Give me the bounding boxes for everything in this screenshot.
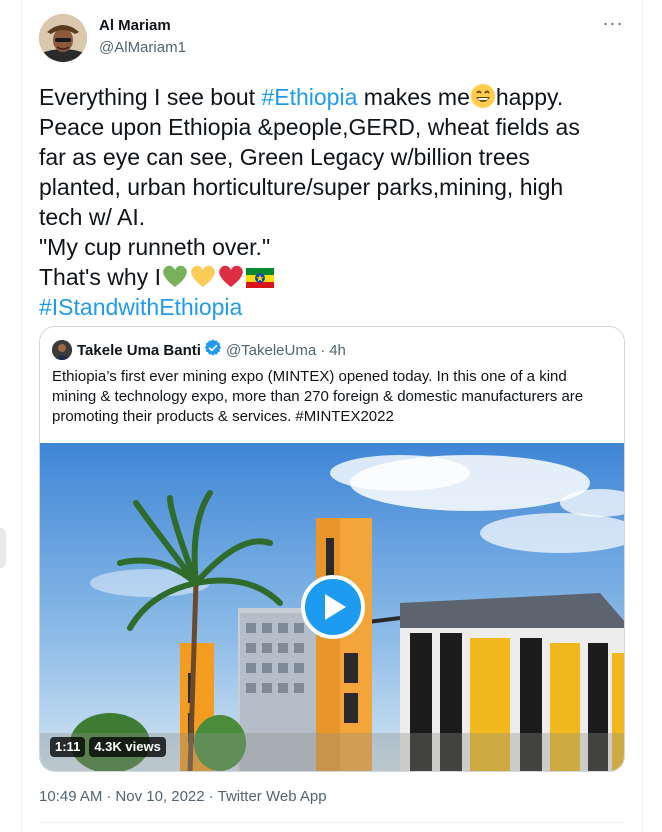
tweet-metadata: 10:49 AM · Nov 10, 2022 · Twitter Web App (39, 788, 327, 805)
video-badges: 1:11 4.3K views (50, 737, 166, 757)
tweet-text: Everything I see bout #Ethiopia makes me… (39, 82, 629, 322)
tweet-text-segment: That's why I (39, 264, 161, 290)
tweet-line-8: #IStandwithEthiopia (39, 292, 629, 322)
quoted-text-line-1: Ethiopia’s first ever mining expo (MINTE… (52, 368, 567, 385)
quoted-display-name[interactable]: Takele Uma Banti (77, 342, 201, 359)
quoted-tweet-header: Takele Uma Banti @TakeleUma · 4h (52, 339, 346, 361)
yellow-heart-emoji (189, 263, 217, 289)
red-heart-emoji (217, 263, 245, 289)
tweet-text-segment: Everything I see bout (39, 84, 262, 110)
tweet-line-5: tech w/ AI. (39, 204, 146, 230)
left-column-scroll-hint (0, 528, 6, 568)
separator-dot: · (106, 788, 112, 805)
tweet-line-4: planted, urban horticulture/super parks,… (39, 174, 564, 200)
ethiopia-flag-emoji (245, 267, 275, 289)
play-icon[interactable] (301, 575, 365, 639)
author-handle[interactable]: @AlMariam1 (99, 38, 186, 58)
green-heart-emoji (161, 263, 189, 289)
hashtag-istandwithethiopia[interactable]: #IStandwithEthiopia (39, 294, 242, 320)
separator-dot: · (320, 341, 326, 359)
tweet-text-segment: happy. (495, 84, 564, 110)
tweet-date[interactable]: Nov 10, 2022 (115, 788, 204, 805)
avatar-image (39, 14, 87, 62)
tweet-line-7: That's why I (39, 262, 629, 292)
quoted-tweet-text: Ethiopia’s first ever mining expo (MINTE… (52, 367, 618, 427)
divider (39, 822, 625, 823)
quoted-text-line-2: mining & technology expo, more than 270 … (52, 388, 584, 405)
tweet-header: Al Mariam @AlMariam1 ··· (39, 14, 627, 66)
quoted-timestamp[interactable]: 4h (329, 342, 346, 359)
video-player[interactable]: 1:11 4.3K views (40, 443, 624, 771)
more-horizontal-icon[interactable]: ··· (599, 14, 627, 36)
quoted-user-avatar[interactable] (52, 340, 72, 360)
video-duration: 1:11 (50, 737, 86, 757)
author-display-name[interactable]: Al Mariam (99, 16, 186, 36)
video-views: 4.3K views (89, 737, 166, 757)
tweet-time[interactable]: 10:49 AM (39, 788, 102, 805)
tweet-line-2: Peace upon Ethiopia &people,GERD, wheat … (39, 114, 580, 140)
tweet-line-1: Everything I see bout #Ethiopia makes me… (39, 82, 629, 112)
tweet-text-segment: makes me (357, 84, 470, 110)
tweet-line-3: far as eye can see, Green Legacy w/billi… (39, 144, 530, 170)
left-column-edge (0, 0, 22, 832)
tweet-source[interactable]: Twitter Web App (218, 788, 327, 805)
verified-badge-icon (204, 339, 222, 361)
tweet-line-6: "My cup runneth over." (39, 234, 271, 260)
quoted-handle[interactable]: @TakeleUma (226, 342, 316, 359)
grinning-face-emoji (470, 83, 496, 109)
tweet: Al Mariam @AlMariam1 ··· Everything I se… (23, 0, 641, 832)
quoted-text-line-3: promoting their products & services. #MI… (52, 408, 394, 425)
hashtag-ethiopia[interactable]: #Ethiopia (261, 84, 357, 110)
author-names: Al Mariam @AlMariam1 (99, 16, 186, 58)
right-column-edge (642, 0, 662, 832)
quoted-tweet[interactable]: Takele Uma Banti @TakeleUma · 4h Ethiopi… (39, 326, 625, 772)
user-avatar[interactable] (39, 14, 87, 62)
separator-dot: · (208, 788, 214, 805)
